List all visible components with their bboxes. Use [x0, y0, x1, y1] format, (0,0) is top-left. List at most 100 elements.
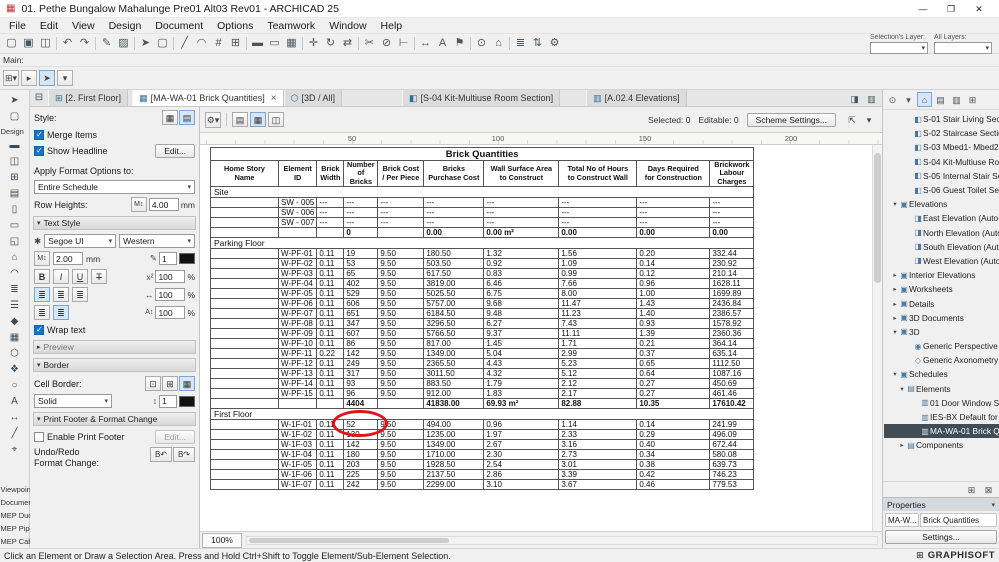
remove-layout-icon[interactable]: ⊠ — [981, 482, 996, 497]
save-icon[interactable]: ◫ — [37, 35, 54, 52]
trim-icon[interactable]: ✂ — [361, 35, 378, 52]
value-cell[interactable]: --- — [423, 197, 485, 209]
value-cell[interactable]: W-PF-13 — [277, 368, 318, 380]
value-cell[interactable]: 225 — [343, 469, 379, 481]
superscript-icon[interactable]: x² — [146, 272, 153, 282]
value-cell[interactable]: 0.99 — [558, 268, 638, 280]
leading-icon[interactable]: A↕ — [145, 309, 153, 316]
dimension-icon[interactable]: ↔ — [417, 35, 434, 52]
section-name[interactable]: Parking Floor — [209, 237, 755, 250]
value-cell[interactable]: --- — [316, 197, 345, 209]
value-cell[interactable]: --- — [709, 207, 755, 219]
tree-item-schedules[interactable]: ▾ ▣ Schedules — [884, 367, 999, 381]
valign-middle-button[interactable]: ≣ — [53, 305, 69, 320]
column-header[interactable]: Total No of Hours to Construct Wall — [558, 159, 638, 188]
value-cell[interactable]: 0.11 — [316, 318, 345, 330]
arrow-current-tool-icon[interactable]: ➤ — [39, 70, 55, 86]
value-cell[interactable]: 0.22 — [316, 348, 345, 360]
value-cell[interactable]: 0.14 — [636, 258, 711, 270]
value-cell[interactable]: 494.00 — [423, 419, 485, 431]
value-cell[interactable]: 0.11 — [316, 308, 345, 320]
expander-icon[interactable]: ▾ — [891, 370, 899, 378]
menu-window[interactable]: Window — [322, 20, 373, 32]
arrow-tool-icon[interactable]: ➤ — [137, 35, 154, 52]
value-cell[interactable]: 9.50 — [377, 479, 425, 491]
print-footer-edit-button[interactable]: Edit... — [155, 430, 195, 444]
marquee-tool-icon[interactable]: ▢ — [3, 109, 27, 125]
tree-item-components[interactable]: ▸ ▤ Components — [884, 438, 999, 452]
mirror-icon[interactable]: ⇄ — [339, 35, 356, 52]
value-cell[interactable]: --- — [558, 197, 638, 209]
value-cell[interactable]: 142 — [343, 439, 379, 451]
value-cell[interactable]: 9.48 — [483, 308, 560, 320]
add-layout-icon[interactable]: ⊞ — [964, 482, 979, 497]
value-cell[interactable]: 1710.00 — [423, 449, 485, 461]
value-cell[interactable]: --- — [483, 197, 560, 209]
value-cell[interactable]: 1578.92 — [709, 318, 755, 330]
value-cell[interactable]: 450.69 — [709, 378, 755, 390]
menu-file[interactable]: File — [2, 20, 33, 32]
new-file-icon[interactable]: ▢ — [3, 35, 20, 52]
value-cell[interactable]: 9.50 — [377, 459, 425, 471]
value-cell[interactable]: 0.20 — [636, 248, 711, 260]
value-cell[interactable]: 3.39 — [558, 469, 638, 481]
value-cell[interactable]: 3.01 — [558, 459, 638, 471]
tree-item-west-elevation-auto-[interactable]: ◨ West Elevation (Auto- — [884, 254, 999, 268]
value-cell[interactable]: 1.09 — [558, 258, 638, 270]
value-cell[interactable]: 1349.00 — [423, 348, 485, 360]
value-cell[interactable]: 9.50 — [377, 278, 425, 290]
value-cell[interactable]: 639.73 — [709, 459, 755, 471]
value-cell[interactable]: 2365.50 — [423, 358, 485, 370]
value-cell[interactable]: --- — [377, 217, 425, 229]
schedule-view-icon[interactable]: ▤ — [232, 112, 248, 127]
value-cell[interactable]: W-PF-06 — [277, 298, 318, 310]
value-cell[interactable]: 672.44 — [709, 439, 755, 451]
camera-tool-icon[interactable]: ⌖ — [3, 442, 27, 458]
tree-item-s-05-internal-stair-sec[interactable]: ◧ S-05 Internal Stair Sec — [884, 169, 999, 183]
property-key[interactable]: MA-W... — [885, 513, 919, 527]
value-cell[interactable]: 2.67 — [483, 439, 560, 451]
grid-icon[interactable]: # — [210, 35, 227, 52]
value-cell[interactable]: 96 — [343, 388, 379, 400]
value-cell[interactable]: --- — [343, 217, 379, 229]
value-cell[interactable]: 0.12 — [636, 268, 711, 280]
value-cell[interactable]: 0.11 — [316, 358, 345, 370]
window-tool-icon[interactable]: ⊞ — [3, 170, 27, 186]
palette-label-4[interactable]: MEP Cab — [0, 535, 30, 548]
value-cell[interactable]: W-PF-04 — [277, 278, 318, 290]
value-cell[interactable]: 2.17 — [558, 388, 638, 400]
value-cell[interactable]: 2137.50 — [423, 469, 485, 481]
value-cell[interactable]: 3.67 — [558, 479, 638, 491]
value-cell[interactable]: 0.96 — [636, 278, 711, 290]
border-pen-input[interactable]: 1 — [159, 394, 177, 408]
value-cell[interactable]: 8.00 — [558, 288, 638, 300]
value-cell[interactable]: W-PF-15 — [277, 388, 318, 400]
tree-item-s-03-mbed1-mbed2[interactable]: ◧ S-03 Mbed1- Mbed2 — [884, 140, 999, 154]
properties-header[interactable]: Properties ▾ — [883, 497, 999, 511]
property-value[interactable]: Brick Quantities — [920, 513, 997, 527]
value-cell[interactable]: 0.40 — [636, 439, 711, 451]
palette-label-0[interactable]: Viewpoin — [0, 483, 30, 496]
value-cell[interactable]: 0.11 — [316, 328, 345, 340]
border-outline-icon[interactable]: ⊞ — [162, 376, 178, 391]
value-cell[interactable]: 1628.11 — [709, 278, 755, 290]
border-all-icon[interactable]: ▦ — [179, 376, 195, 391]
settings-gear-icon[interactable]: ⚙ — [546, 35, 563, 52]
value-cell[interactable]: W-PF-08 — [277, 318, 318, 330]
tree-item-s-06-guest-toilet-sect[interactable]: ◧ S-06 Guest Toilet Sect — [884, 183, 999, 197]
tree-item-interior-elevations[interactable]: ▸ ▣ Interior Elevations — [884, 268, 999, 282]
value-cell[interactable]: 1699.89 — [709, 288, 755, 300]
row-height-icon[interactable]: M↕ — [130, 197, 147, 212]
value-cell[interactable]: 4.43 — [483, 358, 560, 370]
value-cell[interactable]: W-PF-02 — [277, 258, 318, 270]
column-tool-icon[interactable]: ▯ — [3, 202, 27, 218]
value-cell[interactable]: 9.50 — [377, 288, 425, 300]
value-cell[interactable]: 1349.00 — [423, 439, 485, 451]
roof-tool-icon[interactable]: ⌂ — [3, 250, 27, 266]
value-cell[interactable]: 1.39 — [636, 328, 711, 340]
expander-icon[interactable]: ▾ — [898, 385, 906, 393]
wall-tool-icon[interactable]: ▬ — [3, 138, 27, 154]
value-cell[interactable]: W-1F-02 — [277, 429, 318, 441]
value-cell[interactable]: W-1F-04 — [277, 449, 318, 461]
project-map-icon[interactable]: ⌂ — [917, 92, 932, 107]
